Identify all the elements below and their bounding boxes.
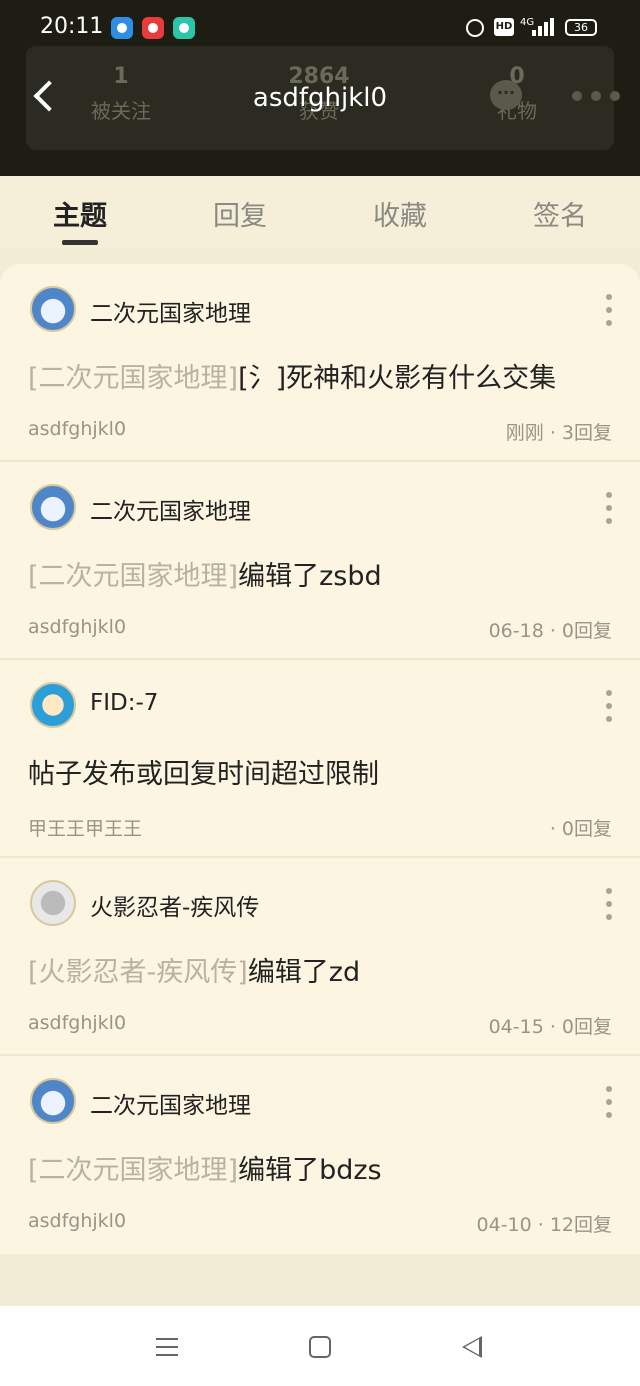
forum-avatar[interactable] bbox=[30, 286, 76, 332]
post-item[interactable]: FID:-7 帖子发布或回复时间超过限制 甲王王甲王王 · 0回复 bbox=[0, 660, 640, 858]
more-options-icon[interactable] bbox=[570, 84, 622, 108]
post-item[interactable]: 二次元国家地理 [二次元国家地理]编辑了bdzs asdfghjkl0 04-1… bbox=[0, 1056, 640, 1254]
alarm-icon bbox=[466, 19, 484, 37]
post-item[interactable]: 火影忍者-疾风传 [火影忍者-疾风传]编辑了zd asdfghjkl0 04-1… bbox=[0, 858, 640, 1056]
hd-icon: HD bbox=[494, 18, 514, 36]
profile-header: 1 被关注 2864 获赞 0 礼物 20:11 HD 4G 36 asdfgh… bbox=[0, 0, 640, 176]
post-meta: 06-18 · 0回复 bbox=[488, 620, 612, 642]
post-item[interactable]: 二次元国家地理 [二次元国家地理][氵]死神和火影有什么交集 asdfghjkl… bbox=[0, 264, 640, 462]
post-title[interactable]: [火影忍者-疾风传]编辑了zd bbox=[28, 950, 360, 989]
forum-avatar[interactable] bbox=[30, 1078, 76, 1124]
signal-icon bbox=[532, 18, 554, 36]
post-menu-icon[interactable] bbox=[596, 490, 620, 526]
tab-topics[interactable]: 主题 bbox=[0, 194, 160, 233]
notification-app-icon bbox=[111, 17, 133, 39]
post-title[interactable]: [二次元国家地理][氵]死神和火影有什么交集 bbox=[28, 356, 556, 395]
post-title-text: 编辑了bdzs bbox=[238, 1155, 382, 1186]
battery-icon: 36 bbox=[565, 19, 597, 36]
status-time: 20:11 bbox=[40, 14, 104, 39]
status-bar: 20:11 HD 4G 36 bbox=[0, 0, 640, 56]
home-icon[interactable] bbox=[309, 1336, 331, 1358]
forum-avatar[interactable] bbox=[30, 484, 76, 530]
post-menu-icon[interactable] bbox=[596, 886, 620, 922]
system-nav-bar bbox=[0, 1306, 640, 1386]
tab-bar: 主题 回复 收藏 签名 bbox=[0, 176, 640, 248]
post-title-text: 编辑了zd bbox=[247, 957, 361, 988]
post-meta: · 0回复 bbox=[549, 818, 612, 840]
post-title-text: 编辑了zsbd bbox=[238, 561, 382, 592]
forum-avatar[interactable] bbox=[30, 682, 76, 728]
post-title-text: 帖子发布或回复时间超过限制 bbox=[28, 759, 379, 790]
post-item[interactable]: 二次元国家地理 [二次元国家地理]编辑了zsbd asdfghjkl0 06-1… bbox=[0, 462, 640, 660]
post-forum-tag: [二次元国家地理] bbox=[28, 1155, 239, 1186]
notification-app-icon bbox=[173, 17, 195, 39]
forum-name[interactable]: 二次元国家地理 bbox=[90, 492, 251, 526]
post-author: 甲王王甲王王 bbox=[28, 818, 143, 840]
post-meta: 04-15 · 0回复 bbox=[488, 1016, 612, 1038]
post-author: asdfghjkl0 bbox=[28, 418, 127, 440]
forum-name[interactable]: 火影忍者-疾风传 bbox=[90, 888, 259, 922]
post-forum-tag: [火影忍者-疾风传] bbox=[28, 957, 248, 988]
post-forum-tag: [二次元国家地理] bbox=[28, 561, 239, 592]
post-meta: 刚刚 · 3回复 bbox=[505, 422, 612, 444]
post-meta: 04-10 · 12回复 bbox=[476, 1214, 612, 1236]
post-author: asdfghjkl0 bbox=[28, 1210, 127, 1232]
post-author: asdfghjkl0 bbox=[28, 1012, 127, 1034]
active-tab-indicator bbox=[62, 240, 98, 245]
chat-icon[interactable] bbox=[490, 80, 522, 110]
tab-signature[interactable]: 签名 bbox=[480, 194, 640, 233]
tab-replies[interactable]: 回复 bbox=[160, 194, 320, 233]
post-list: 二次元国家地理 [二次元国家地理][氵]死神和火影有什么交集 asdfghjkl… bbox=[0, 264, 640, 1254]
forum-name[interactable]: FID:-7 bbox=[90, 690, 158, 716]
post-menu-icon[interactable] bbox=[596, 688, 620, 724]
post-menu-icon[interactable] bbox=[596, 292, 620, 328]
back-nav-icon[interactable] bbox=[462, 1336, 482, 1358]
post-title[interactable]: [二次元国家地理]编辑了zsbd bbox=[28, 554, 382, 593]
post-title[interactable]: [二次元国家地理]编辑了bdzs bbox=[28, 1148, 382, 1187]
page-title: asdfghjkl0 bbox=[252, 83, 388, 113]
post-author: asdfghjkl0 bbox=[28, 616, 127, 638]
post-forum-tag: [二次元国家地理] bbox=[28, 363, 239, 394]
post-title-text: [氵]死神和火影有什么交集 bbox=[238, 363, 557, 394]
forum-avatar[interactable] bbox=[30, 880, 76, 926]
forum-name[interactable]: 二次元国家地理 bbox=[90, 1086, 251, 1120]
post-title[interactable]: 帖子发布或回复时间超过限制 bbox=[28, 752, 379, 791]
notification-app-icon bbox=[142, 17, 164, 39]
post-menu-icon[interactable] bbox=[596, 1084, 620, 1120]
recent-apps-icon[interactable] bbox=[156, 1336, 178, 1358]
tab-favorites[interactable]: 收藏 bbox=[320, 194, 480, 233]
forum-name[interactable]: 二次元国家地理 bbox=[90, 294, 251, 328]
